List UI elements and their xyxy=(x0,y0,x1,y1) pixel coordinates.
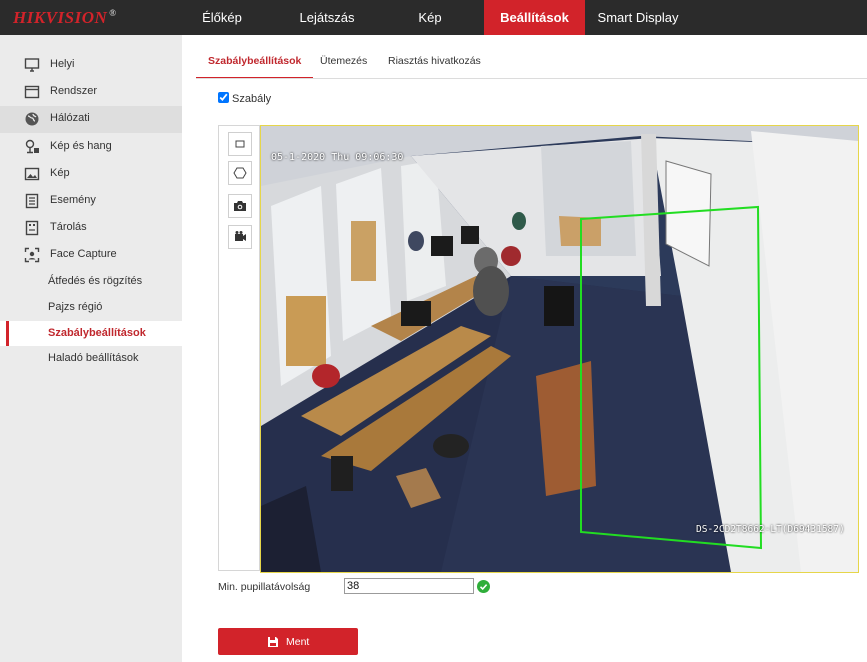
record-tool[interactable] xyxy=(228,225,252,249)
nav-tab-picture[interactable]: Kép xyxy=(399,0,461,35)
window-icon xyxy=(24,85,40,99)
sidebar-item-storage[interactable]: Tárolás xyxy=(0,215,182,242)
monitor-icon xyxy=(24,58,40,72)
floppy-disk-icon xyxy=(268,637,278,647)
face-capture-icon xyxy=(24,247,40,263)
sidebar-item-label: Kép xyxy=(50,167,70,179)
camera-icon xyxy=(234,201,246,211)
tab-schedule[interactable]: Ütemezés xyxy=(320,55,367,67)
brand-name: HIKVISION xyxy=(13,8,108,27)
sidebar-item-local[interactable]: Helyi xyxy=(0,52,182,79)
sidebar: Helyi Rendszer Hálózati Kép és hang Kép … xyxy=(0,35,182,662)
check-circle-icon xyxy=(477,580,490,593)
rule-label: Szabály xyxy=(232,93,272,105)
sidebar-item-label: Rendszer xyxy=(50,85,98,97)
min-pupil-distance-label: Min. pupillatávolság xyxy=(218,581,311,593)
sidebar-item-image[interactable]: Kép xyxy=(0,161,182,188)
save-button-label: Ment xyxy=(286,636,310,648)
sidebar-subitem-label: Haladó beállítások xyxy=(48,352,139,364)
sidebar-item-network[interactable]: Hálózati xyxy=(0,106,182,133)
image-icon xyxy=(24,167,40,181)
sidebar-item-label: Kép és hang xyxy=(50,140,112,152)
sidebar-subitem-label: Átfedés és rögzítés xyxy=(48,275,143,287)
sub-tab-bar: Szabálybeállítások Ütemezés Riasztás hiv… xyxy=(182,35,867,79)
sidebar-item-label: Hálózati xyxy=(50,112,90,124)
sidebar-item-label: Tárolás xyxy=(50,221,87,233)
tab-rule-settings[interactable]: Szabálybeállítások xyxy=(195,55,314,79)
sidebar-subitem-overlay-capture[interactable]: Átfedés és rögzítés xyxy=(0,269,182,294)
nav-tab-live-view[interactable]: Élőkép xyxy=(182,0,262,35)
globe-icon xyxy=(25,112,39,126)
audio-video-icon xyxy=(25,139,39,154)
hexagon-icon xyxy=(233,167,247,179)
sidebar-subitem-rule-settings[interactable]: Szabálybeállítások xyxy=(0,321,182,346)
top-navigation-bar: HIKVISION ® Élőkép Lejátszás Kép Beállítá… xyxy=(0,0,867,35)
drawing-toolbar xyxy=(218,125,260,571)
camera-scene xyxy=(261,126,858,572)
sidebar-item-label: Esemény xyxy=(50,194,96,206)
rule-checkbox-label[interactable]: Szabály xyxy=(218,92,271,105)
polygon-tool[interactable] xyxy=(228,161,252,185)
sidebar-subitem-label: Pajzs régió xyxy=(48,301,103,313)
min-pupil-distance-input[interactable] xyxy=(344,578,474,594)
live-video-view[interactable]: 05-1-2020 Thu 09:06:30 DS-2CD2T8662-LT(D… xyxy=(260,125,859,573)
snapshot-tool[interactable] xyxy=(228,194,252,218)
tab-alarm-linkage[interactable]: Riasztás hivatkozás xyxy=(388,55,481,67)
sidebar-item-event[interactable]: Esemény xyxy=(0,188,182,215)
sidebar-item-label: Helyi xyxy=(50,58,75,70)
nav-tab-configuration[interactable]: Beállítások xyxy=(484,0,585,35)
sidebar-item-video-audio[interactable]: Kép és hang xyxy=(0,134,182,161)
save-button[interactable]: Ment xyxy=(218,628,358,655)
registered-mark: ® xyxy=(109,8,117,19)
sidebar-subitem-label: Szabálybeállítások xyxy=(48,327,146,339)
sidebar-item-label: Face Capture xyxy=(50,248,117,260)
sidebar-subitem-shield-region[interactable]: Pajzs régió xyxy=(0,295,182,320)
rectangle-tool[interactable] xyxy=(228,132,252,156)
list-icon xyxy=(25,193,39,209)
sidebar-item-face-capture[interactable]: Face Capture xyxy=(0,242,182,269)
video-camera-icon xyxy=(235,231,246,241)
rectangle-icon xyxy=(235,140,245,148)
sidebar-item-system[interactable]: Rendszer xyxy=(0,79,182,106)
hikvision-logo: HIKVISION ® xyxy=(13,8,117,28)
nav-tab-smart-display[interactable]: Smart Display xyxy=(594,0,682,35)
storage-icon xyxy=(25,220,39,236)
tab-divider xyxy=(196,78,867,79)
rule-checkbox[interactable] xyxy=(218,92,229,103)
osd-timestamp: 05-1-2020 Thu 09:06:30 xyxy=(271,152,404,163)
nav-tab-playback[interactable]: Lejátszás xyxy=(285,0,369,35)
osd-camera-name: DS-2CD2T8662-LT(D69431587) xyxy=(696,524,845,535)
sidebar-subitem-advanced-settings[interactable]: Haladó beállítások xyxy=(0,346,182,371)
